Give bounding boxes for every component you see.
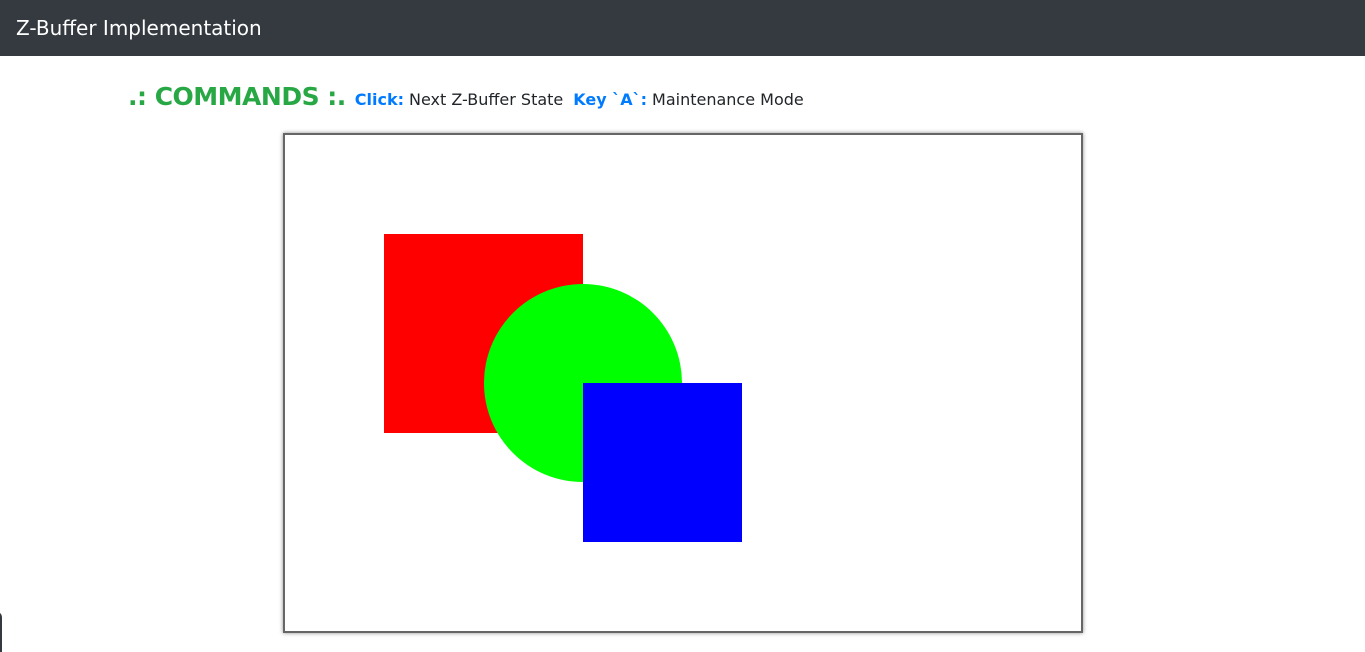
commands-bar: .: COMMANDS :. Click: Next Z-Buffer Stat… (128, 82, 814, 118)
command-a-action: Maintenance Mode (652, 90, 804, 109)
navbar: Z-Buffer Implementation (0, 0, 1365, 56)
blue-square (583, 383, 742, 542)
command-a-key: Key `A`: (573, 90, 648, 109)
commands-heading: .: COMMANDS :. (128, 82, 346, 111)
zbuffer-canvas[interactable] (283, 133, 1083, 633)
app-title: Z-Buffer Implementation (16, 16, 262, 40)
command-click-action: Next Z-Buffer State (409, 90, 564, 109)
scene-svg (285, 135, 1081, 631)
command-click-key: Click: (354, 90, 405, 109)
corner-tab (0, 612, 2, 652)
